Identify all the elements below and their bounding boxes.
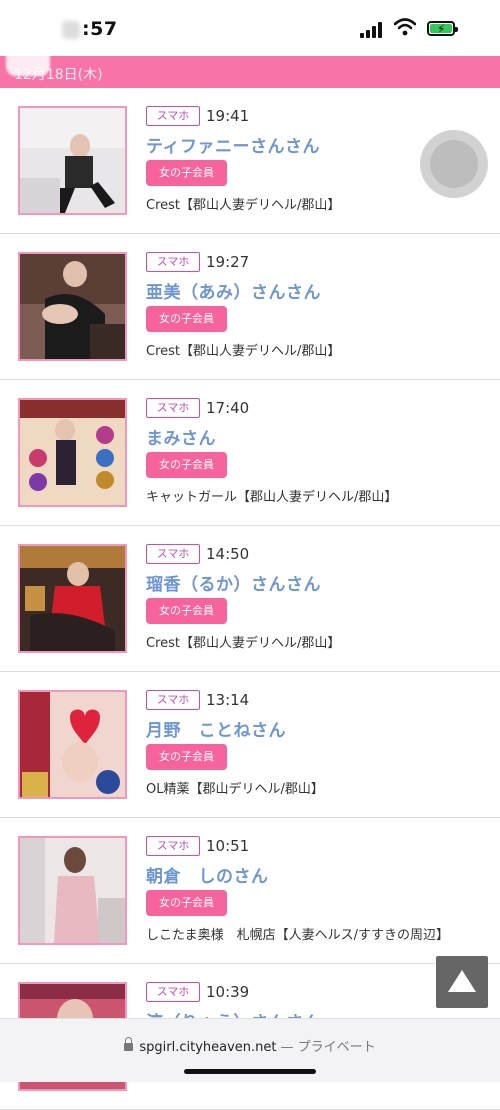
- girl-name-link[interactable]: 瑠香（るか）さんさん: [146, 570, 321, 595]
- assistive-touch-button[interactable]: [420, 130, 488, 198]
- shop-name: Crest【郡山人妻デリヘル/郡山】: [146, 198, 341, 213]
- list-item[interactable]: スマホ 10:51 朝倉 しのさん 女の子会員 しこたま奥様 札幌店【人妻ヘルス…: [0, 818, 500, 964]
- shop-name: Crest【郡山人妻デリヘル/郡山】: [146, 636, 341, 651]
- triangle-up-icon: [448, 970, 476, 992]
- shop-name: しこたま奥様 札幌店【人妻ヘルス/すすきの周辺】: [146, 928, 449, 943]
- profile-photo[interactable]: [18, 252, 127, 361]
- girl-name-link[interactable]: まみさん: [146, 424, 216, 449]
- device-badge: スマホ: [146, 252, 200, 272]
- list-item[interactable]: スマホ 17:40 まみさん 女の子会員 キャットガール【郡山人妻デリヘル/郡山…: [0, 380, 500, 526]
- profile-photo[interactable]: [18, 106, 127, 215]
- post-time: 19:27: [206, 253, 250, 271]
- lock-icon: [124, 1036, 134, 1051]
- member-badge-button[interactable]: 女の子会員: [146, 890, 227, 916]
- girl-name-link[interactable]: ティファニーさんさん: [146, 132, 320, 157]
- device-badge: スマホ: [146, 690, 200, 710]
- post-time: 17:40: [206, 399, 250, 417]
- post-time: 10:39: [206, 983, 250, 1001]
- private-mode-label: — プライベート: [280, 1040, 376, 1055]
- shop-name: OL精薬【郡山デリヘル/郡山】: [146, 782, 324, 797]
- scroll-top-button[interactable]: [436, 956, 488, 1008]
- device-badge: スマホ: [146, 544, 200, 564]
- browser-address-bar[interactable]: spgirl.cityheaven.net — プライベート: [0, 1018, 500, 1082]
- device-badge: スマホ: [146, 982, 200, 1002]
- member-badge-button[interactable]: 女の子会員: [146, 744, 227, 770]
- profile-photo[interactable]: [18, 544, 127, 653]
- device-badge: スマホ: [146, 398, 200, 418]
- status-bar: :57 ⚡: [0, 0, 500, 56]
- url-text: spgirl.cityheaven.net: [139, 1040, 277, 1055]
- list-item[interactable]: スマホ 14:50 瑠香（るか）さんさん 女の子会員 Crest【郡山人妻デリヘ…: [0, 526, 500, 672]
- device-badge: スマホ: [146, 106, 200, 126]
- member-badge-button[interactable]: 女の子会員: [146, 160, 227, 186]
- signal-icon: [360, 22, 384, 38]
- post-time: 10:51: [206, 837, 250, 855]
- header-logo-overlay: [6, 36, 50, 76]
- device-badge: スマホ: [146, 836, 200, 856]
- shop-name: Crest【郡山人妻デリヘル/郡山】: [146, 344, 341, 359]
- status-time: :57: [62, 18, 118, 40]
- girl-name-link[interactable]: 朝倉 しのさん: [146, 862, 269, 887]
- date-header: 12月18日(木): [0, 56, 500, 88]
- list-item[interactable]: スマホ 13:14 月野 ことねさん 女の子会員 OL精薬【郡山デリヘル/郡山】: [0, 672, 500, 818]
- wifi-icon: [394, 18, 416, 36]
- member-badge-button[interactable]: 女の子会員: [146, 598, 227, 624]
- post-time: 14:50: [206, 545, 250, 563]
- shop-name: キャットガール【郡山人妻デリヘル/郡山】: [146, 490, 398, 505]
- profile-photo[interactable]: [18, 690, 127, 799]
- profile-photo[interactable]: [18, 398, 127, 507]
- girl-name-link[interactable]: 亜美（あみ）さんさん: [146, 278, 321, 303]
- member-badge-button[interactable]: 女の子会員: [146, 452, 227, 478]
- member-badge-button[interactable]: 女の子会員: [146, 306, 227, 332]
- address-row[interactable]: spgirl.cityheaven.net — プライベート: [0, 1036, 500, 1055]
- battery-icon: ⚡: [427, 21, 458, 36]
- diary-list: スマホ 19:41 ティファニーさんさん 女の子会員 Crest【郡山人妻デリヘ…: [0, 88, 500, 1110]
- girl-name-link[interactable]: 月野 ことねさん: [146, 716, 286, 741]
- profile-photo[interactable]: [18, 836, 127, 945]
- home-indicator[interactable]: [184, 1069, 316, 1074]
- post-time: 19:41: [206, 107, 250, 125]
- post-time: 13:14: [206, 691, 250, 709]
- list-item[interactable]: スマホ 19:27 亜美（あみ）さんさん 女の子会員 Crest【郡山人妻デリヘ…: [0, 234, 500, 380]
